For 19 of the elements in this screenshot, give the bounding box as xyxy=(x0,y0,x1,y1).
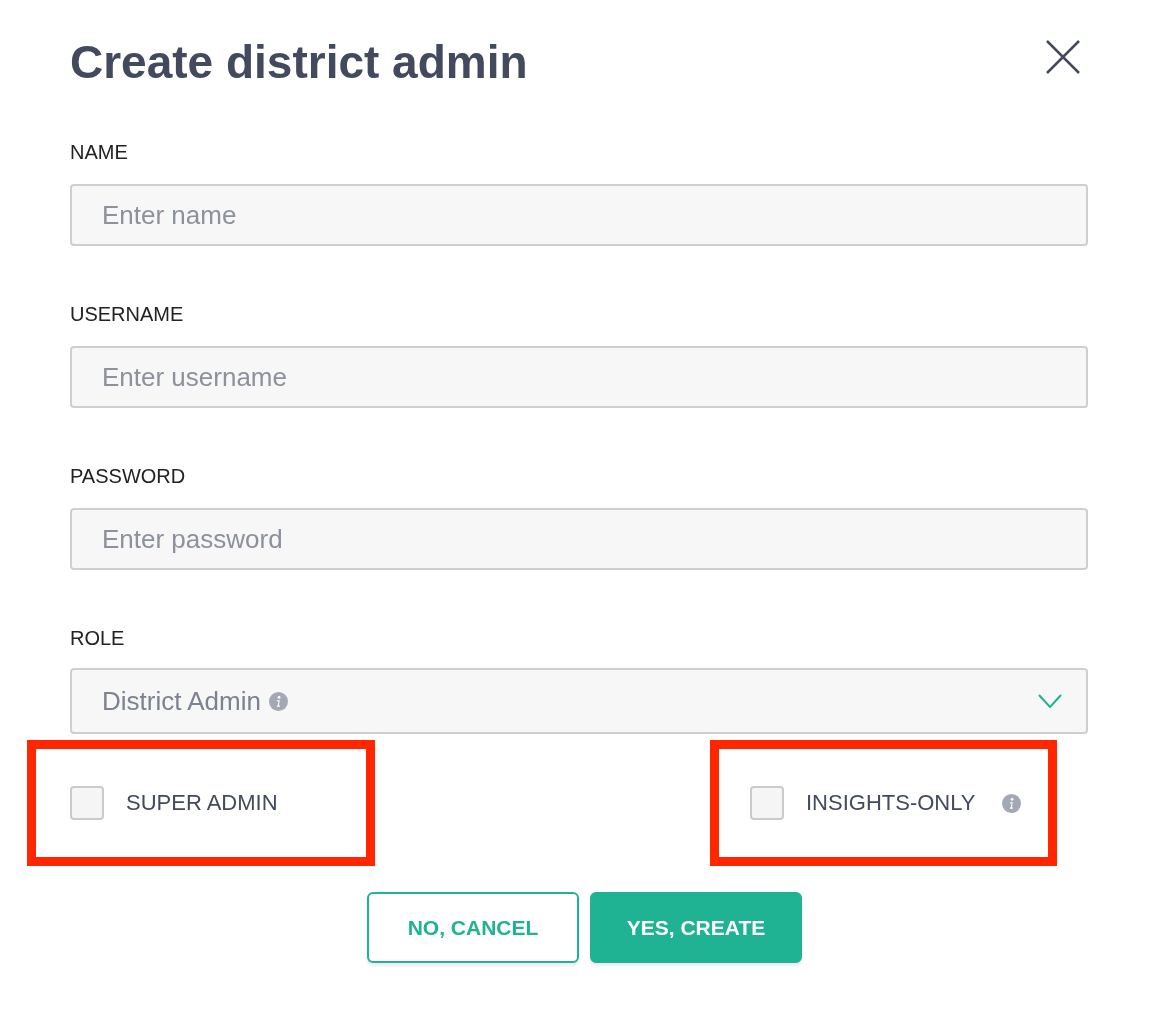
chevron-down-icon[interactable] xyxy=(1038,694,1062,708)
info-icon[interactable] xyxy=(1001,793,1021,813)
checkbox[interactable] xyxy=(750,786,784,820)
create-button[interactable]: YES, CREATE xyxy=(590,892,802,963)
field-label: NAME xyxy=(70,140,128,164)
input-field[interactable]: Enter username xyxy=(70,346,1088,408)
input-field[interactable]: Enter name xyxy=(70,184,1088,246)
input-field[interactable]: Enter password xyxy=(70,508,1088,570)
field-label: PASSWORD xyxy=(70,464,186,488)
close-icon[interactable] xyxy=(1046,40,1080,74)
dialog-title: Create district admin xyxy=(70,36,528,88)
cancel-button[interactable]: NO, CANCEL xyxy=(367,892,579,963)
option-label: INSIGHTS-ONLY xyxy=(806,789,976,817)
field-label: ROLE xyxy=(70,626,125,650)
field-label: USERNAME xyxy=(70,302,184,326)
checkbox[interactable] xyxy=(70,786,104,820)
role-select[interactable]: District Admin xyxy=(70,668,1088,734)
info-icon[interactable] xyxy=(268,691,288,711)
option-label: SUPER ADMIN xyxy=(126,789,278,817)
